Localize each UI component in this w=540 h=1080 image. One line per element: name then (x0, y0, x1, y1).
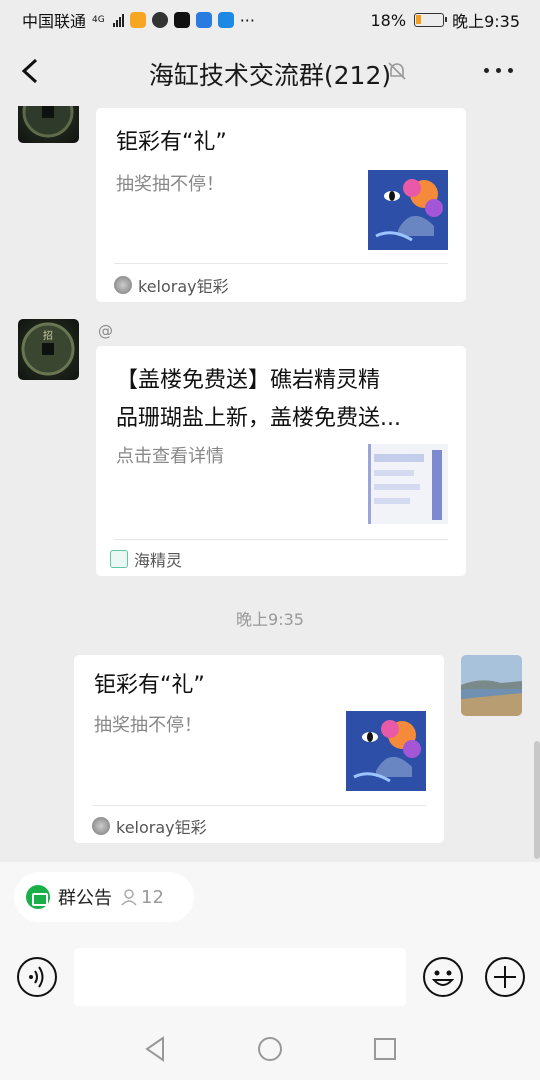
card-source: keloray钜彩 (92, 814, 207, 838)
status-bar: 中国联通 4G ··· 18% 晚上9:35 (0, 0, 540, 36)
member-count: 12 (120, 887, 164, 908)
bottom-panel: 群公告 12 (0, 862, 540, 1080)
card-description: 抽奖抽不停！ (94, 715, 202, 736)
card-thumbnail (368, 170, 448, 250)
keloray-logo-icon (114, 276, 132, 294)
carrier-label: 中国联通 (22, 12, 87, 31)
card-thumbnail (346, 711, 426, 791)
chat-area[interactable]: 钜彩有“礼” 抽奖抽不停！ keloray钜彩 招 @ 【盖楼免费送】礁岩精灵精… (0, 106, 540, 862)
divider (92, 805, 426, 806)
person-icon (121, 889, 137, 906)
input-row (0, 946, 540, 1008)
voice-icon[interactable] (16, 956, 58, 998)
source-label: keloray钜彩 (116, 818, 207, 837)
avatar[interactable]: 招 (18, 319, 79, 380)
card-title: 钜彩有“礼” (116, 130, 227, 155)
app-ball-icon (151, 12, 168, 28)
card-source: keloray钜彩 (114, 273, 229, 297)
app-cloud-icon (195, 12, 212, 28)
mute-icon (388, 62, 406, 80)
app-shield-icon (217, 12, 234, 28)
plus-icon[interactable] (484, 956, 526, 998)
card-source: 海精灵 (110, 547, 182, 571)
mention-label: @ (98, 322, 113, 340)
source-label: 海精灵 (134, 551, 183, 570)
emoji-icon[interactable] (422, 956, 464, 998)
divider (114, 539, 448, 540)
group-notice-button[interactable]: 群公告 12 (14, 872, 194, 922)
haijingling-logo-icon (110, 550, 128, 568)
more-notifications-icon: ··· (239, 10, 255, 30)
more-icon[interactable] (484, 60, 514, 80)
link-card[interactable]: 钜彩有“礼” 抽奖抽不停！ keloray钜彩 (74, 655, 444, 843)
nav-back-icon[interactable] (143, 1036, 167, 1062)
card-description: 抽奖抽不停！ (116, 174, 224, 195)
svg-text:招: 招 (43, 329, 53, 342)
link-card[interactable]: 【盖楼免费送】礁岩精灵精 品珊瑚盐上新，盖楼免费送... 点击查看详情 海精灵 (96, 346, 466, 576)
member-count-label: 12 (141, 886, 164, 908)
title-bar: 海缸技术交流群(212) (0, 36, 540, 106)
nav-home-icon[interactable] (257, 1036, 283, 1062)
timestamp: 晚上9:35 (236, 610, 304, 629)
network-label: 4G (92, 15, 105, 25)
card-thumbnail (368, 444, 448, 524)
notice-icon (26, 885, 50, 909)
clock: 晚上9:35 (452, 12, 520, 31)
source-label: keloray钜彩 (138, 277, 229, 296)
battery-percent: 18% (370, 10, 407, 30)
link-card[interactable]: 钜彩有“礼” 抽奖抽不停！ keloray钜彩 (96, 108, 466, 302)
notice-label: 群公告 (58, 888, 112, 909)
nav-recent-icon[interactable] (373, 1037, 397, 1061)
card-title-line2: 品珊瑚盐上新，盖楼免费送... (116, 406, 401, 431)
system-nav-bar (0, 1022, 540, 1080)
tiktok-icon (173, 12, 190, 28)
card-title: 钜彩有“礼” (94, 673, 205, 698)
battery-icon (414, 13, 448, 27)
signal-icon (112, 13, 124, 27)
divider (114, 263, 448, 264)
self-avatar[interactable] (461, 655, 522, 716)
card-title-line1: 【盖楼免费送】礁岩精灵精 (116, 368, 381, 393)
app-orange-icon (129, 12, 146, 28)
message-input[interactable] (74, 948, 406, 1006)
chat-title: 海缸技术交流群(212) (148, 61, 392, 90)
card-description: 点击查看详情 (116, 446, 224, 467)
scrollbar[interactable] (534, 741, 540, 859)
avatar[interactable] (18, 106, 79, 143)
keloray-logo-icon (92, 817, 110, 835)
